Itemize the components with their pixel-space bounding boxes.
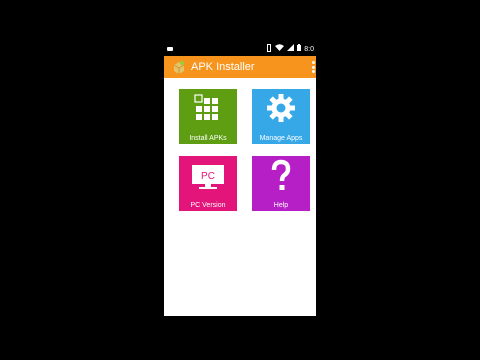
monitor-icon: PC — [192, 165, 224, 189]
status-icons: 8:0 — [266, 44, 314, 56]
phone-screen: 8:0 APK Installer Install APKs Manage Ap… — [164, 44, 316, 316]
wifi-icon — [275, 44, 285, 56]
vibrate-icon — [266, 44, 272, 57]
pc-icon-text: PC — [201, 171, 215, 182]
gear-icon — [267, 94, 295, 122]
status-bar: 8:0 — [164, 44, 316, 56]
battery-icon — [297, 44, 302, 56]
pc-version-label: PC Version — [190, 202, 226, 209]
notification-icon — [167, 44, 173, 56]
more-vert-icon[interactable] — [312, 61, 315, 73]
help-label: Help — [273, 202, 289, 209]
cell-signal-icon — [287, 44, 295, 56]
app-bar: APK Installer — [164, 56, 316, 78]
status-time: 8:0 — [304, 46, 314, 53]
manage-apps-tile[interactable]: Manage Apps — [252, 89, 310, 144]
apk-installer-logo-icon — [171, 59, 187, 75]
app-title: APK Installer — [191, 61, 255, 73]
pc-version-tile[interactable]: PC PC Version — [179, 156, 237, 211]
help-tile[interactable]: Help — [252, 156, 310, 211]
grid-icon — [194, 94, 218, 120]
question-mark-icon — [271, 159, 291, 190]
manage-apps-label: Manage Apps — [259, 135, 303, 142]
install-apks-tile[interactable]: Install APKs — [179, 89, 237, 144]
install-apks-label: Install APKs — [189, 135, 227, 142]
